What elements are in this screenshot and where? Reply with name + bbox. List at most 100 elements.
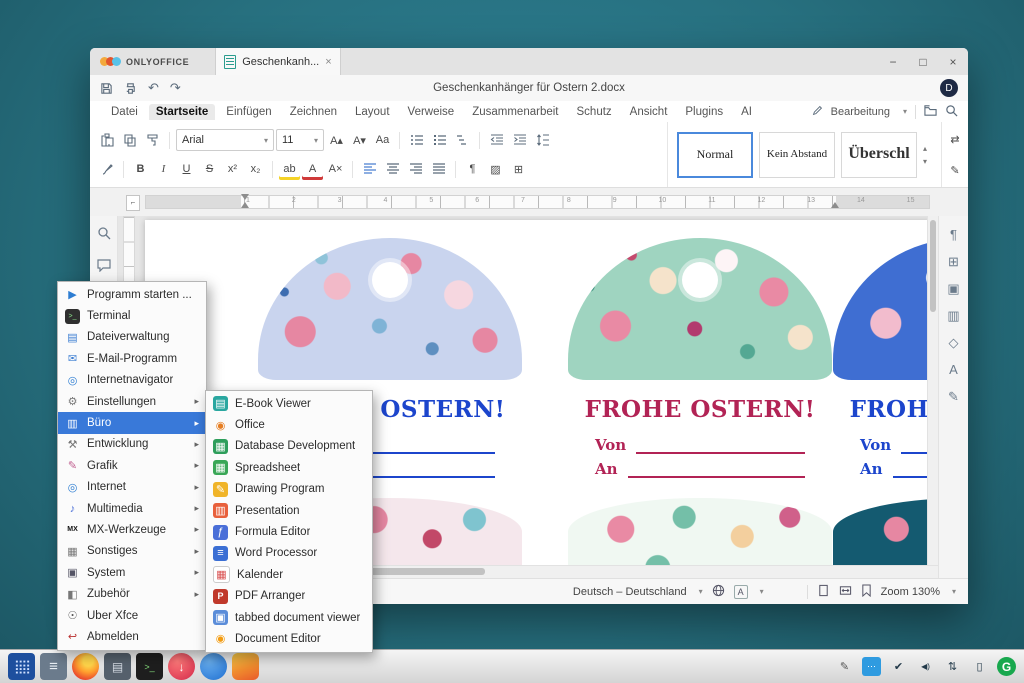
- tab-close-icon[interactable]: ×: [325, 56, 331, 68]
- package-installer-icon[interactable]: ↓: [168, 653, 195, 680]
- submenu-item-office[interactable]: ◉ Office: [206, 414, 372, 435]
- print-icon[interactable]: [124, 82, 137, 95]
- tab-schutz[interactable]: Schutz: [570, 104, 619, 120]
- align-left-icon[interactable]: [359, 159, 380, 180]
- terminal-launcher-icon[interactable]: >_: [136, 653, 163, 680]
- italic-button[interactable]: I: [153, 159, 174, 180]
- comments-panel-icon[interactable]: [97, 258, 111, 277]
- subscript-button[interactable]: x₂: [245, 159, 266, 180]
- increase-font-button[interactable]: A▴: [326, 130, 347, 151]
- vertical-scrollbar[interactable]: [927, 216, 938, 566]
- green-recorder-icon[interactable]: G: [997, 657, 1016, 676]
- window-list-button[interactable]: ≡: [40, 653, 67, 680]
- submenu-item-tabbed-document-viewer[interactable]: ▣ tabbed document viewer: [206, 607, 372, 628]
- bold-button[interactable]: B: [130, 159, 151, 180]
- numbered-list-icon[interactable]: [429, 130, 450, 151]
- edit-mode-label[interactable]: Bearbeitung: [831, 106, 890, 118]
- menu-item-grafik[interactable]: ✎ Grafik ▸: [58, 455, 206, 476]
- first-line-indent-marker[interactable]: [241, 194, 249, 200]
- menu-item-ueber-xfce[interactable]: ☉ Über Xfce: [58, 605, 206, 626]
- window-titlebar[interactable]: ONLYOFFICE Geschenkanh... × − □ ×: [90, 48, 968, 75]
- gallery-down-icon[interactable]: ▾: [923, 157, 927, 166]
- menu-item-system[interactable]: ▣ System ▸: [58, 562, 206, 583]
- submenu-item-presentation[interactable]: ▥ Presentation: [206, 500, 372, 521]
- submenu-item-drawing-program[interactable]: ✎ Drawing Program: [206, 479, 372, 500]
- redo-icon[interactable]: ↷: [170, 80, 181, 96]
- submenu-item-spreadsheet[interactable]: ▦ Spreadsheet: [206, 457, 372, 478]
- align-center-icon[interactable]: [382, 159, 403, 180]
- menu-item-buero[interactable]: ▥ Büro ▸: [58, 412, 206, 433]
- search-panel-icon[interactable]: [97, 226, 111, 245]
- submenu-item-ebook-viewer[interactable]: ▤ E-Book Viewer: [206, 393, 372, 414]
- font-name-select[interactable]: Arial ▾: [176, 129, 274, 151]
- borders-button[interactable]: ⊞: [508, 159, 529, 180]
- strikethrough-button[interactable]: S: [199, 159, 220, 180]
- tab-ai[interactable]: AI: [734, 104, 759, 120]
- save-icon[interactable]: [100, 82, 113, 95]
- menu-item-abmelden[interactable]: ↩ Abmelden: [58, 626, 206, 647]
- menu-item-email-programm[interactable]: ✉ E-Mail-Programm: [58, 348, 206, 369]
- copy-style-icon[interactable]: [96, 159, 117, 180]
- tray-shield-icon[interactable]: ✔: [889, 657, 908, 676]
- menu-item-terminal[interactable]: >_ Terminal: [58, 305, 206, 326]
- paragraph-marks-button[interactable]: ¶: [462, 159, 483, 180]
- style-kein-abstand[interactable]: Kein Abstand: [759, 132, 835, 178]
- bookmark-icon[interactable]: [861, 584, 872, 600]
- tab-ansicht[interactable]: Ansicht: [623, 104, 675, 120]
- style-normal[interactable]: Normal: [677, 132, 753, 178]
- menu-item-internet[interactable]: ◎ Internet ▸: [58, 477, 206, 498]
- shading-button[interactable]: ▨: [485, 159, 506, 180]
- menu-item-internetnavigator[interactable]: ◎ Internetnavigator: [58, 370, 206, 391]
- spellcheck-toggle[interactable]: A ▾: [734, 585, 764, 599]
- right-indent-marker[interactable]: [831, 202, 839, 208]
- tab-zeichnen[interactable]: Zeichnen: [283, 104, 344, 120]
- underline-button[interactable]: U: [176, 159, 197, 180]
- maximize-button[interactable]: □: [908, 48, 938, 75]
- undo-icon[interactable]: ↶: [148, 80, 159, 96]
- orange-app-icon[interactable]: [232, 653, 259, 680]
- table-settings-icon[interactable]: ⊞: [944, 253, 964, 270]
- chart-settings-icon[interactable]: ▥: [944, 307, 964, 324]
- submenu-item-pdf-arranger[interactable]: P PDF Arranger: [206, 586, 372, 607]
- tab-verweise[interactable]: Verweise: [401, 104, 462, 120]
- copy-icon[interactable]: [119, 130, 140, 151]
- vertical-scrollbar-thumb[interactable]: [930, 220, 936, 312]
- font-size-select[interactable]: 11 ▾: [276, 129, 324, 151]
- open-file-location-icon[interactable]: [924, 104, 937, 120]
- style-ueberschrift[interactable]: Überschl: [841, 132, 917, 178]
- fit-width-icon[interactable]: [839, 584, 852, 600]
- menu-item-programm-starten[interactable]: ▶ Programm starten ...: [58, 284, 206, 305]
- tray-volume-icon[interactable]: ◀): [916, 657, 935, 676]
- menu-item-entwicklung[interactable]: ⚒ Entwicklung ▸: [58, 434, 206, 455]
- image-settings-icon[interactable]: ▣: [944, 280, 964, 297]
- submenu-item-kalender[interactable]: ▦ Kalender: [206, 564, 372, 585]
- zoom-control[interactable]: Zoom 130% ▾: [881, 586, 956, 598]
- line-spacing-icon[interactable]: [532, 130, 553, 151]
- submenu-item-formula-editor[interactable]: ƒ Formula Editor: [206, 521, 372, 542]
- align-right-icon[interactable]: [405, 159, 426, 180]
- decrease-indent-icon[interactable]: [486, 130, 507, 151]
- horizontal-ruler[interactable]: 1 2 3 4 5 6 7 8 9 10 11 12 13 14 15 16: [145, 195, 930, 209]
- user-avatar[interactable]: D: [940, 79, 958, 97]
- superscript-button[interactable]: x²: [222, 159, 243, 180]
- font-color-button[interactable]: A: [302, 159, 323, 180]
- tab-datei[interactable]: Datei: [104, 104, 145, 120]
- format-painter-icon[interactable]: [142, 130, 163, 151]
- submenu-item-word-processor[interactable]: ≡ Word Processor: [206, 543, 372, 564]
- tray-chat-icon[interactable]: ⋯: [862, 657, 881, 676]
- firefox-icon[interactable]: [72, 653, 99, 680]
- paste-icon[interactable]: [96, 130, 117, 151]
- bullet-list-icon[interactable]: [406, 130, 427, 151]
- textart-settings-icon[interactable]: A: [944, 361, 964, 378]
- change-case-button[interactable]: Aa: [372, 130, 393, 151]
- paragraph-settings-icon[interactable]: ¶: [944, 226, 964, 243]
- close-button[interactable]: ×: [938, 48, 968, 75]
- language-selector[interactable]: Deutsch – Deutschland ▾: [573, 586, 703, 598]
- menu-item-einstellungen[interactable]: ⚙ Einstellungen ▸: [58, 391, 206, 412]
- highlight-color-button[interactable]: ab: [279, 159, 300, 180]
- fit-page-icon[interactable]: [817, 584, 830, 600]
- tab-layout[interactable]: Layout: [348, 104, 397, 120]
- app-menu-button[interactable]: ⣿⣿: [8, 653, 35, 680]
- tab-einfuegen[interactable]: Einfügen: [219, 104, 278, 120]
- tray-network-icon[interactable]: ⇅: [943, 657, 962, 676]
